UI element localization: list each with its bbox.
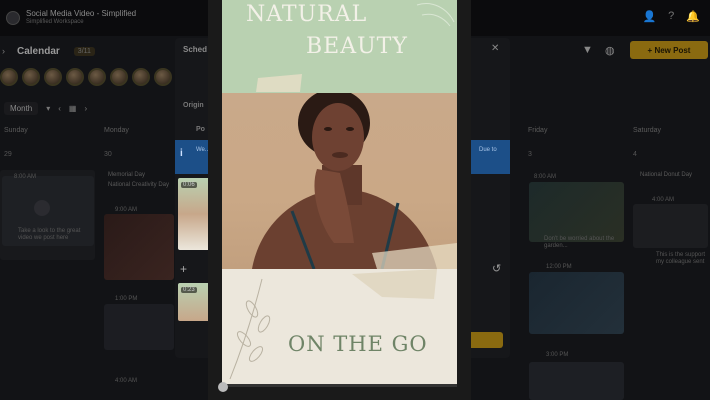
calendar-badge: 3/11	[73, 46, 95, 56]
account-avatars	[0, 68, 172, 86]
undo-icon[interactable]: ↺	[492, 262, 501, 275]
post-card[interactable]	[529, 362, 624, 400]
play-icon[interactable]	[34, 200, 50, 216]
info-icon: i	[180, 148, 183, 159]
day-header-friday: Friday	[528, 127, 548, 134]
new-post-button[interactable]: + New Post	[630, 41, 708, 59]
headline-line1: NATURAL	[246, 2, 368, 27]
avatar[interactable]	[66, 68, 84, 86]
date-saturday: 4	[633, 151, 637, 158]
calendar-title[interactable]: Calendar	[17, 46, 60, 57]
avatar[interactable]	[88, 68, 106, 86]
post-caption: Don't be worried about the garden...	[544, 236, 615, 250]
avatar[interactable]	[110, 68, 128, 86]
post-card[interactable]	[529, 182, 624, 242]
holiday-label: National Creativity Day	[108, 182, 170, 188]
holiday-label: National Donut Day	[640, 172, 693, 178]
dialog-title: Sched	[183, 45, 208, 54]
post-card[interactable]	[529, 272, 624, 334]
prev-icon[interactable]: ‹	[58, 104, 61, 113]
filter-icon[interactable]: ▼	[582, 44, 593, 56]
tab-post[interactable]: Po	[196, 126, 205, 133]
video-frame[interactable]: NATURAL BEAUTY ON THE GO	[222, 0, 457, 384]
post-time: 8:00 AM	[534, 174, 557, 180]
top-icons: 👤 ? 🔔	[642, 10, 700, 23]
original-label: Origin	[183, 102, 204, 109]
day-header-saturday: Saturday	[633, 127, 662, 134]
tagline-text: ON THE GO	[288, 332, 428, 356]
post-caption: This is the support my colleague sent	[656, 252, 706, 266]
avatar[interactable]	[44, 68, 62, 86]
help-icon[interactable]: ?	[668, 10, 674, 23]
app-logo[interactable]	[6, 11, 20, 25]
post-caption: Take a look to the great video we post h…	[18, 228, 81, 242]
workspace-switcher[interactable]: Social Media Video - Simplified Simplifi…	[26, 9, 137, 26]
date-sunday: 29	[4, 151, 12, 158]
day-header-monday: Monday	[104, 127, 129, 134]
workspace-name: Social Media Video - Simplified	[26, 9, 137, 19]
month-controls: Month ▾ ‹ ▦ ›	[4, 102, 87, 115]
calendar-icon[interactable]: ▦	[69, 104, 77, 113]
post-time: 3:00 PM	[546, 352, 569, 358]
post-time: 12:00 PM	[546, 264, 572, 270]
video-progress-bar[interactable]	[222, 384, 457, 387]
avatar[interactable]	[22, 68, 40, 86]
post-time: 4:00 AM	[115, 378, 138, 384]
close-icon[interactable]: ✕	[491, 43, 499, 54]
portrait-illustration	[252, 93, 457, 269]
workspace-sub: Simplified Workspace	[26, 19, 84, 26]
info-text: Due to	[479, 147, 497, 153]
date-monday: 30	[104, 151, 112, 158]
post-card[interactable]	[633, 204, 708, 248]
headline-line2: BEAUTY	[306, 34, 408, 59]
thumb-duration: 0:23	[181, 287, 197, 293]
scrubber-handle[interactable]	[218, 382, 228, 392]
add-user-icon[interactable]: 👤	[642, 10, 656, 23]
media-thumbnail[interactable]	[178, 178, 210, 250]
headline-panel: NATURAL BEAUTY	[222, 0, 457, 93]
plus-icon[interactable]: +	[180, 262, 187, 276]
holiday-label: Memorial Day	[108, 172, 146, 178]
chevron-left-icon[interactable]: ›	[2, 46, 5, 56]
post-time: 8:00 AM	[14, 174, 37, 180]
globe-icon[interactable]: ◍	[605, 44, 615, 57]
date-friday: 3	[528, 151, 532, 158]
avatar[interactable]	[154, 68, 172, 86]
day-header-sunday: Sunday	[4, 127, 28, 134]
next-icon[interactable]: ›	[84, 104, 87, 113]
view-select[interactable]: Month	[4, 102, 39, 115]
notification-icon[interactable]: 🔔	[686, 10, 700, 23]
avatar[interactable]	[0, 68, 18, 86]
tagline-panel	[222, 269, 457, 384]
app-screen: Social Media Video - Simplified Simplifi…	[0, 0, 710, 400]
post-time: 1:00 PM	[115, 296, 138, 302]
branch-decoration	[229, 269, 437, 380]
thumb-duration: 0:06	[181, 182, 197, 188]
post-card[interactable]	[104, 304, 174, 350]
model-photo	[222, 93, 457, 269]
avatar[interactable]	[132, 68, 150, 86]
post-card[interactable]	[104, 214, 174, 280]
chevron-down-icon[interactable]: ▾	[46, 104, 50, 113]
